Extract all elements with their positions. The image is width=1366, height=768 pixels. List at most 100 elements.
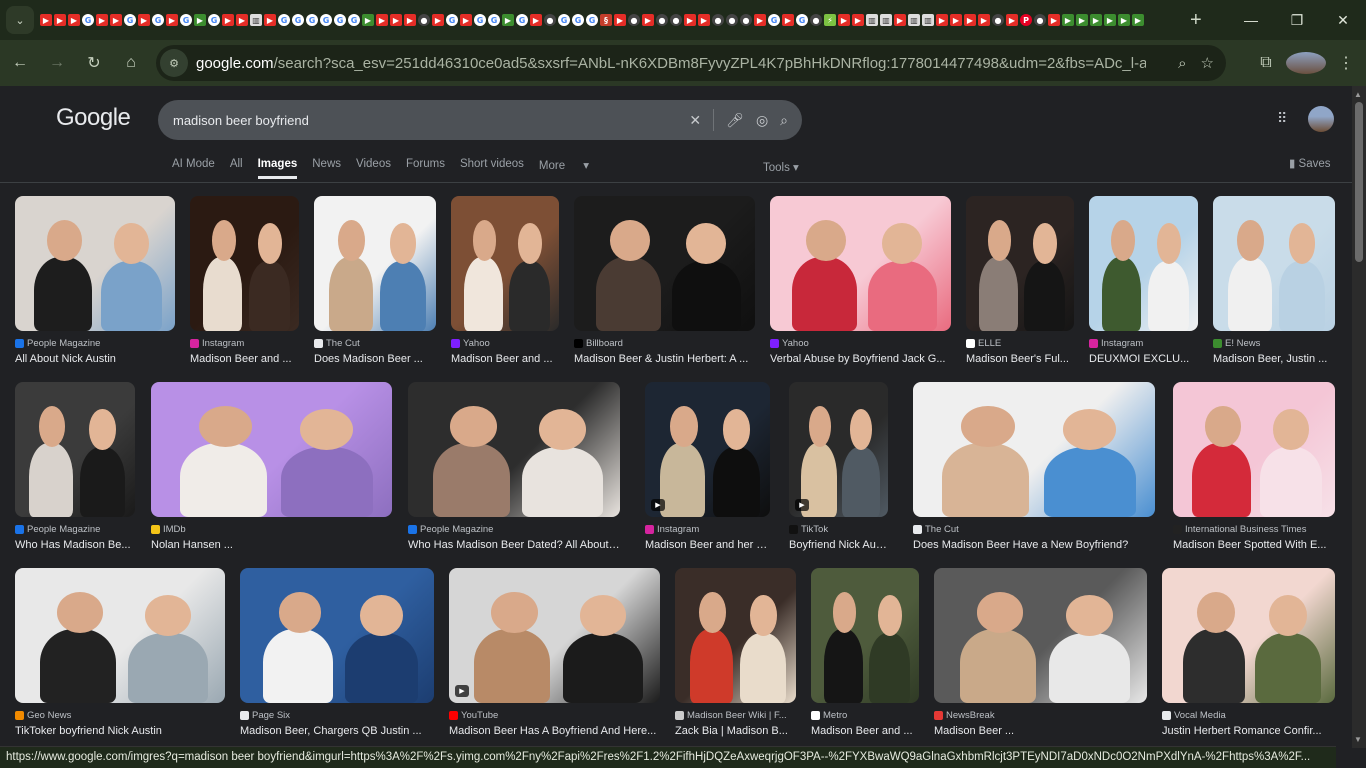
result-title[interactable]: Does Madison Beer Have a New Boyfriend?	[913, 539, 1155, 551]
pinned-tab-favicon[interactable]: ▥	[866, 14, 878, 26]
extensions-icon[interactable]: ⧉	[1246, 54, 1286, 72]
menu-icon[interactable]: ⋮	[1326, 53, 1366, 73]
pinned-tab-favicon[interactable]: ▥	[880, 14, 892, 26]
result-title[interactable]: TikToker boyfriend Nick Austin	[15, 725, 225, 737]
result-source[interactable]: Page Six	[240, 710, 434, 721]
image-result-card[interactable]: People Magazine Who Has Madison Be...	[15, 382, 135, 551]
pinned-tab-favicon[interactable]: ▥	[908, 14, 920, 26]
image-result-card[interactable]: IMDb Nolan Hansen ...	[151, 382, 392, 551]
image-result-card[interactable]: NewsBreak Madison Beer ...	[934, 568, 1147, 737]
result-thumbnail[interactable]	[15, 568, 225, 703]
result-source[interactable]: Instagram	[1089, 338, 1198, 349]
pinned-tab-favicon[interactable]: ▶	[1062, 14, 1074, 26]
pinned-tab-favicon[interactable]: ●	[628, 14, 640, 26]
result-thumbnail[interactable]	[1089, 196, 1198, 331]
result-source[interactable]: Geo News	[15, 710, 225, 721]
result-thumbnail[interactable]	[913, 382, 1155, 517]
result-title[interactable]: Who Has Madison Beer Dated? All About ..…	[408, 539, 620, 551]
pinned-tab-favicon[interactable]: ▶	[138, 14, 150, 26]
scroll-down-icon[interactable]: ▼	[1354, 735, 1362, 744]
pinned-tab-favicon[interactable]: ▶	[40, 14, 52, 26]
result-source[interactable]: IMDb	[151, 524, 392, 535]
image-result-card[interactable]: Yahoo Verbal Abuse by Boyfriend Jack G...	[770, 196, 951, 365]
pinned-tab-favicon[interactable]: G	[516, 14, 528, 26]
pinned-tab-favicon[interactable]: G	[796, 14, 808, 26]
result-source[interactable]: Billboard	[574, 338, 755, 349]
url-text[interactable]: google.com/search?sca_esv=251dd46310ce0a…	[196, 55, 1146, 72]
tab-all[interactable]: All	[230, 158, 243, 179]
pinned-tab-favicon[interactable]: G	[208, 14, 220, 26]
result-source[interactable]: ELLE	[966, 338, 1074, 349]
pinned-tab-favicon[interactable]: ⚡	[824, 14, 836, 26]
pinned-tab-favicon[interactable]: ▶	[432, 14, 444, 26]
pinned-tab-favicon[interactable]: G	[82, 14, 94, 26]
result-thumbnail[interactable]	[574, 196, 755, 331]
pinned-tab-favicon[interactable]: ▥	[250, 14, 262, 26]
pinned-tab-favicon[interactable]: ▥	[922, 14, 934, 26]
result-thumbnail[interactable]	[151, 382, 392, 517]
pinned-tab-favicon[interactable]: ▶	[222, 14, 234, 26]
result-title[interactable]: Madison Beer, Justin ...	[1213, 353, 1335, 365]
pinned-tab-favicon[interactable]: ▶	[964, 14, 976, 26]
tab-ai-mode[interactable]: AI Mode	[172, 158, 215, 179]
result-thumbnail[interactable]	[1162, 568, 1335, 703]
image-result-card[interactable]: International Business Times Madison Beer…	[1173, 382, 1335, 551]
result-thumbnail[interactable]	[15, 382, 135, 517]
result-thumbnail[interactable]	[1173, 382, 1335, 517]
pinned-tab-favicon[interactable]: G	[320, 14, 332, 26]
saves-button[interactable]: ▮ Saves	[1289, 156, 1331, 170]
result-title[interactable]: Does Madison Beer ...	[314, 353, 436, 365]
google-logo[interactable]: Google	[56, 104, 131, 132]
result-title[interactable]: DEUXMOI EXCLU...	[1089, 353, 1198, 365]
pinned-tab-favicon[interactable]: ●	[740, 14, 752, 26]
result-title[interactable]: Who Has Madison Be...	[15, 539, 135, 551]
result-title[interactable]: Madison Beer Spotted With E...	[1173, 539, 1335, 551]
result-title[interactable]: Madison Beer's Ful...	[966, 353, 1074, 365]
account-avatar[interactable]	[1308, 106, 1334, 132]
result-thumbnail[interactable]	[314, 196, 436, 331]
result-thumbnail[interactable]	[240, 568, 434, 703]
scroll-up-icon[interactable]: ▲	[1354, 90, 1362, 99]
image-result-card[interactable]: Instagram DEUXMOI EXCLU...	[1089, 196, 1198, 365]
result-thumbnail[interactable]	[966, 196, 1074, 331]
result-title[interactable]: Madison Beer & Justin Herbert: A ...	[574, 353, 755, 365]
result-title[interactable]: Nolan Hansen ...	[151, 539, 392, 551]
tab-search-button[interactable]: ⌄	[6, 6, 34, 34]
image-result-card[interactable]: Yahoo Madison Beer and ...	[451, 196, 559, 365]
tab-more[interactable]: More ▾	[539, 158, 589, 179]
pinned-tab-favicon[interactable]: ●	[810, 14, 822, 26]
result-thumbnail[interactable]: ▶	[645, 382, 770, 517]
result-thumbnail[interactable]	[15, 196, 175, 331]
result-title[interactable]: All About Nick Austin	[15, 353, 175, 365]
clear-icon[interactable]: ✕	[689, 112, 701, 129]
pinned-tab-favicon[interactable]: ▶	[698, 14, 710, 26]
pinned-tab-favicon[interactable]: ▶	[838, 14, 850, 26]
zoom-search-icon[interactable]: ⌕	[1178, 55, 1186, 72]
pinned-tab-favicon[interactable]: G	[292, 14, 304, 26]
result-title[interactable]: Madison Beer and ...	[190, 353, 299, 365]
search-icon[interactable]: ⌕	[780, 112, 788, 129]
result-thumbnail[interactable]	[770, 196, 951, 331]
result-source[interactable]: E! News	[1213, 338, 1335, 349]
search-box[interactable]: madison beer boyfriend ✕ 🎤︎ ◎ ⌕	[158, 100, 802, 140]
pinned-tab-favicon[interactable]: ▶	[642, 14, 654, 26]
pinned-tab-favicon[interactable]: ▶	[236, 14, 248, 26]
image-result-card[interactable]: Metro Madison Beer and ...	[811, 568, 919, 737]
pinned-tab-favicon[interactable]: ▶	[754, 14, 766, 26]
pinned-tab-favicon[interactable]: ▶	[782, 14, 794, 26]
tab-short-videos[interactable]: Short videos	[460, 158, 524, 179]
tab-news[interactable]: News	[312, 158, 341, 179]
result-thumbnail[interactable]	[408, 382, 620, 517]
image-result-card[interactable]: Madison Beer Wiki | F... Zack Bia | Madis…	[675, 568, 796, 737]
result-thumbnail[interactable]	[190, 196, 299, 331]
result-source[interactable]: International Business Times	[1173, 524, 1335, 535]
pinned-tab-favicon[interactable]: ▶	[502, 14, 514, 26]
pinned-tab-favicon[interactable]: ●	[712, 14, 724, 26]
pinned-tab-favicon[interactable]: ▶	[376, 14, 388, 26]
tab-forums[interactable]: Forums	[406, 158, 445, 179]
pinned-tab-favicon[interactable]: G	[278, 14, 290, 26]
pinned-tab-favicon[interactable]: G	[586, 14, 598, 26]
result-title[interactable]: Madison Beer Has A Boyfriend And Here...	[449, 725, 660, 737]
microphone-icon[interactable]: 🎤︎	[726, 112, 744, 129]
image-result-card[interactable]: ▶ Instagram Madison Beer and her b...	[645, 382, 770, 551]
